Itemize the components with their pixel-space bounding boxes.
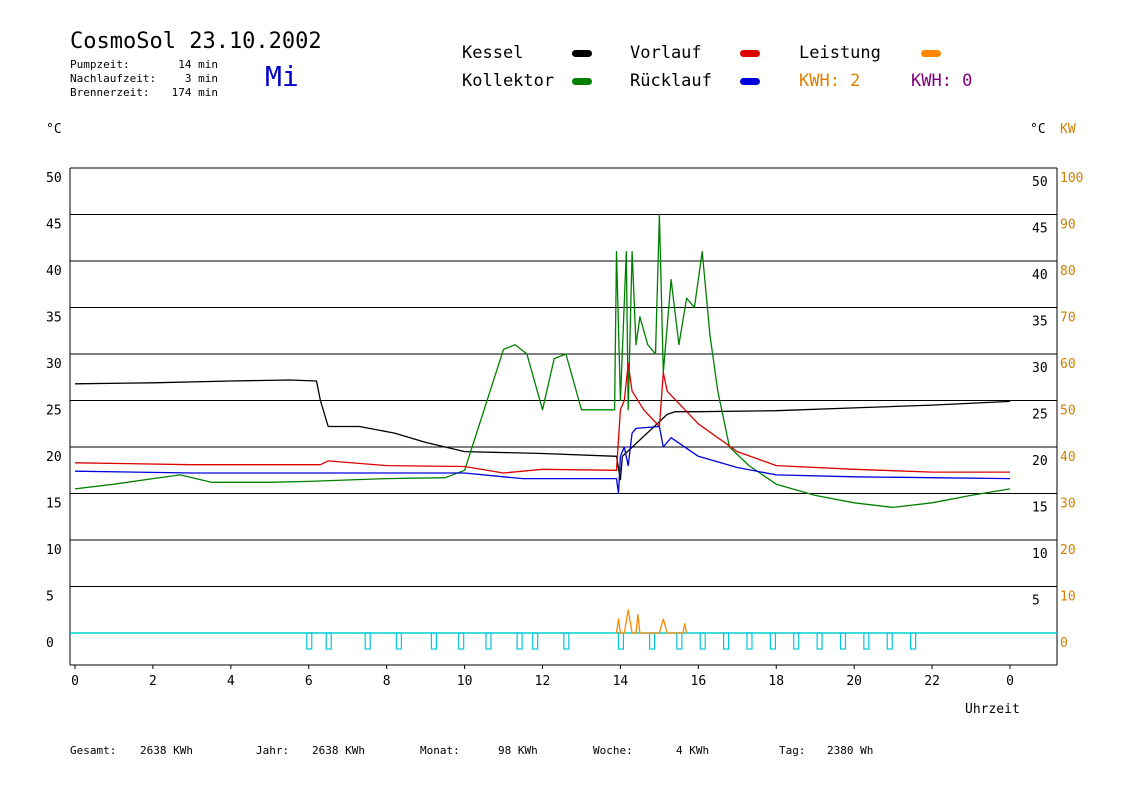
- pump-marker: [617, 632, 625, 650]
- y2-tick-label-celsius: 30: [1032, 361, 1048, 376]
- footer-monat-value: 98 KWh: [498, 744, 538, 757]
- pump-marker: [793, 632, 800, 650]
- pump-marker: [839, 632, 847, 650]
- pump-marker: [863, 632, 870, 650]
- pump-marker: [648, 632, 656, 650]
- x-tick-label: 0: [71, 674, 79, 689]
- y2-tick-label-kw: 10: [1060, 590, 1076, 605]
- x-tick-label: 16: [691, 674, 707, 689]
- pump-marker: [306, 632, 313, 650]
- x-tick-label: 10: [457, 674, 473, 689]
- y-tick-label: 45: [46, 218, 62, 233]
- x-tick-label: 2: [149, 674, 157, 689]
- x-tick-label: 0: [1006, 674, 1014, 689]
- y-tick-label: 10: [46, 543, 62, 558]
- footer-woche-value: 4 KWh: [676, 744, 710, 757]
- y2-tick-label-kw: 40: [1060, 450, 1076, 465]
- temperature-chart: 0510152025303540455051015202530354045500…: [46, 167, 1083, 689]
- x-tick-label: 12: [535, 674, 551, 689]
- pump-marker: [532, 632, 539, 650]
- footer-woche-label: Woche:: [593, 744, 633, 757]
- y-tick-label: 20: [46, 450, 62, 465]
- footer-gesamt-label: Gesamt:: [70, 744, 117, 757]
- y-tick-label: 25: [46, 404, 62, 419]
- y2-tick-label-celsius: 40: [1032, 268, 1048, 283]
- y2-tick-label-celsius: 15: [1032, 501, 1048, 516]
- y2-tick-label-kw: 50: [1060, 404, 1076, 419]
- pump-marker: [746, 632, 753, 650]
- series-rcklauf: [74, 425, 1011, 495]
- footer-monat-label: Monat:: [420, 744, 460, 757]
- series-vorlauf: [74, 362, 1010, 474]
- y-tick-label: 15: [46, 497, 62, 512]
- pump-marker: [485, 632, 492, 650]
- footer-jahr-label: Jahr:: [256, 744, 290, 757]
- footer-gesamt-value: 2638 KWh: [140, 744, 193, 757]
- pump-marker: [364, 632, 371, 650]
- y2-tick-label-kw: 100: [1060, 171, 1083, 186]
- y2-tick-label-celsius: 10: [1032, 547, 1048, 562]
- x-tick-label: 18: [768, 674, 784, 689]
- y-tick-label: 30: [46, 357, 62, 372]
- y-tick-label: 40: [46, 264, 62, 279]
- footer-tag-value: 2380 Wh: [827, 744, 874, 757]
- y2-tick-label-celsius: 50: [1032, 175, 1048, 190]
- pump-marker: [676, 632, 683, 650]
- footer-jahr-value: 2638 KWh: [312, 744, 365, 757]
- series-kollektor: [74, 213, 1011, 509]
- pump-marker: [563, 632, 570, 650]
- y2-tick-label-celsius: 25: [1032, 408, 1048, 423]
- series-leistung: [615, 609, 688, 634]
- pump-marker: [458, 632, 465, 650]
- y-tick-label: 35: [46, 311, 62, 326]
- y2-tick-label-kw: 0: [1060, 636, 1068, 651]
- y2-tick-label-kw: 60: [1060, 357, 1076, 372]
- y2-tick-label-celsius: 5: [1032, 594, 1040, 609]
- pump-marker: [723, 632, 730, 650]
- y2-tick-label-celsius: 20: [1032, 454, 1048, 469]
- pump-marker: [769, 632, 776, 650]
- pump-marker: [816, 632, 823, 650]
- y2-tick-label-kw: 90: [1060, 218, 1076, 233]
- y2-tick-label-kw: 80: [1060, 264, 1076, 279]
- y-tick-label: 50: [46, 171, 62, 186]
- pump-marker: [430, 632, 438, 650]
- pump-marker: [910, 632, 917, 650]
- pump-marker: [886, 632, 893, 650]
- x-tick-label: 14: [613, 674, 629, 689]
- pump-marker: [699, 632, 706, 650]
- pump-marker: [395, 632, 402, 650]
- x-tick-label: 8: [383, 674, 391, 689]
- pump-marker: [325, 632, 332, 650]
- x-tick-label: 20: [846, 674, 862, 689]
- y-tick-label: 0: [46, 636, 54, 651]
- y2-tick-label-kw: 30: [1060, 497, 1076, 512]
- y-tick-label: 5: [46, 590, 54, 605]
- x-tick-label: 4: [227, 674, 235, 689]
- y2-tick-label-kw: 20: [1060, 543, 1076, 558]
- pump-marker: [516, 632, 523, 650]
- x-tick-label: 6: [305, 674, 313, 689]
- y2-tick-label-celsius: 35: [1032, 315, 1048, 330]
- footer-tag-label: Tag:: [779, 744, 806, 757]
- x-tick-label: 22: [924, 674, 940, 689]
- y2-tick-label-kw: 70: [1060, 311, 1076, 326]
- y2-tick-label-celsius: 45: [1032, 222, 1048, 237]
